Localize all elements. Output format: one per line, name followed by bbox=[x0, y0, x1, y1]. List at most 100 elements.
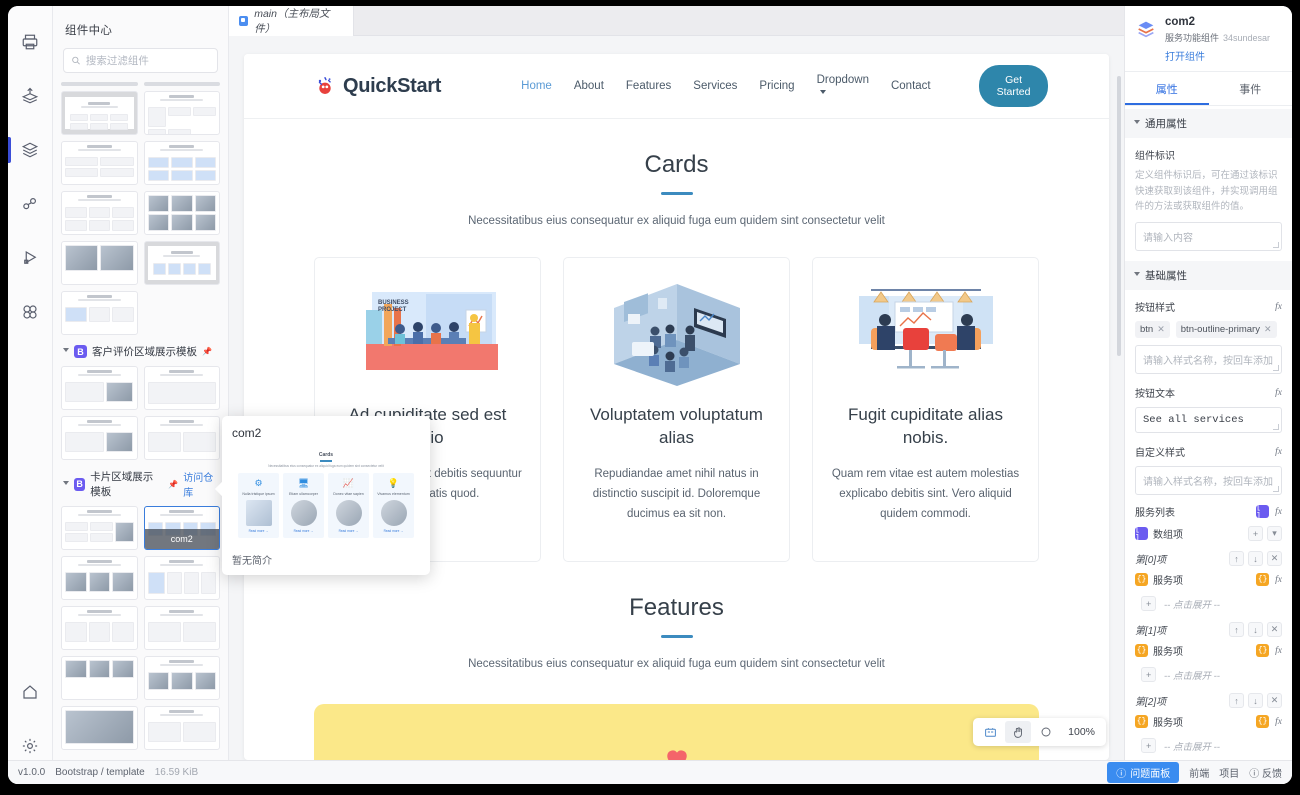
collapse-button[interactable]: ▾ bbox=[1267, 526, 1282, 542]
component-thumb[interactable] bbox=[61, 606, 138, 650]
component-thumb[interactable] bbox=[61, 416, 138, 460]
component-thumb[interactable] bbox=[61, 191, 138, 235]
status-item-frontend[interactable]: 前端 bbox=[1189, 765, 1209, 780]
style-chip[interactable]: btn ✕ bbox=[1135, 321, 1170, 339]
tab-properties[interactable]: 属性 bbox=[1125, 72, 1209, 105]
component-search-input[interactable] bbox=[85, 54, 210, 67]
tab-main[interactable]: main（主布局文件） bbox=[229, 6, 354, 36]
component-thumb[interactable] bbox=[61, 91, 138, 135]
move-down-button[interactable]: ↓ bbox=[1248, 693, 1263, 709]
style-chip[interactable]: btn-outline-primary ✕ bbox=[1175, 321, 1277, 339]
fx-button[interactable]: fx bbox=[1275, 646, 1282, 656]
home-icon[interactable] bbox=[8, 672, 53, 712]
group-header-testimonials[interactable]: B 客户评价区域展示模板 📌 bbox=[61, 335, 220, 366]
status-item-project[interactable]: 项目 bbox=[1219, 765, 1239, 780]
design-canvas[interactable]: QuickStart Home About Features Services … bbox=[229, 36, 1124, 760]
play-preview-icon[interactable] bbox=[8, 238, 53, 278]
section-header-common[interactable]: 通用属性 bbox=[1125, 109, 1292, 138]
component-list[interactable]: B 客户评价区域展示模板 📌 B 卡片区域展示模板 📌 访问仓库 com2 bbox=[53, 78, 228, 760]
fit-screen-icon[interactable] bbox=[977, 721, 1003, 743]
nav-link-features[interactable]: Features bbox=[626, 80, 671, 92]
component-thumb[interactable] bbox=[61, 556, 138, 600]
fx-button[interactable]: fx bbox=[1275, 447, 1282, 457]
component-thumb[interactable] bbox=[143, 91, 220, 135]
rendered-page[interactable]: QuickStart Home About Features Services … bbox=[244, 54, 1109, 760]
canvas-scrollbar[interactable] bbox=[1117, 76, 1121, 356]
props-scroll-area[interactable]: 通用属性 组件标识 定义组件标识后，可在通过该标识快速获取到该组件，并实现调用组… bbox=[1125, 109, 1292, 784]
nav-link-dropdown[interactable]: Dropdown bbox=[817, 74, 869, 98]
chevron-down-icon[interactable] bbox=[63, 348, 69, 355]
close-icon[interactable]: ✕ bbox=[1157, 324, 1165, 335]
delete-item-button[interactable]: ✕ bbox=[1267, 622, 1282, 638]
open-component-link[interactable]: 打开组件 bbox=[1165, 48, 1270, 63]
component-thumb[interactable] bbox=[61, 656, 138, 700]
grid-apps-icon[interactable] bbox=[8, 292, 53, 332]
section-header-basic[interactable]: 基础属性 bbox=[1125, 261, 1292, 291]
printer-icon[interactable] bbox=[8, 22, 53, 62]
stack-layers-icon[interactable] bbox=[8, 76, 53, 116]
add-item-button[interactable]: + bbox=[1248, 526, 1263, 542]
move-up-button[interactable]: ↑ bbox=[1229, 622, 1244, 638]
chevron-down-icon[interactable] bbox=[63, 480, 69, 488]
fx-button[interactable]: fx bbox=[1275, 507, 1282, 517]
fx-button[interactable]: fx bbox=[1275, 575, 1282, 585]
expand-row[interactable]: + -- 点击展开 -- bbox=[1125, 662, 1292, 687]
move-up-button[interactable]: ↑ bbox=[1229, 551, 1244, 567]
component-thumb[interactable] bbox=[143, 656, 220, 700]
expand-row[interactable]: + -- 点击展开 -- bbox=[1125, 591, 1292, 616]
nav-link-about[interactable]: About bbox=[574, 80, 604, 92]
plugin-icon[interactable] bbox=[8, 184, 53, 224]
visit-repo-link[interactable]: 访问仓库 bbox=[183, 469, 218, 499]
nav-link-contact[interactable]: Contact bbox=[891, 80, 931, 92]
component-thumb[interactable] bbox=[143, 416, 220, 460]
component-thumb[interactable] bbox=[143, 141, 220, 185]
component-thumb[interactable] bbox=[143, 191, 220, 235]
nav-link-pricing[interactable]: Pricing bbox=[759, 80, 794, 92]
brand-logo[interactable]: QuickStart bbox=[314, 75, 441, 98]
component-thumb-com2[interactable]: com2 bbox=[143, 506, 220, 550]
component-thumb[interactable] bbox=[143, 241, 220, 285]
layers-icon[interactable] bbox=[8, 130, 53, 170]
pin-icon[interactable]: 📌 bbox=[202, 347, 212, 356]
group-header-cards[interactable]: B 卡片区域展示模板 📌 访问仓库 bbox=[61, 460, 220, 506]
custom-style-input[interactable]: 请输入样式名称，按回车添加 bbox=[1135, 466, 1282, 496]
fx-button[interactable]: fx bbox=[1275, 717, 1282, 727]
get-started-button[interactable]: Get Started bbox=[978, 65, 1049, 107]
component-thumb[interactable] bbox=[143, 706, 220, 750]
expand-plus-icon[interactable]: + bbox=[1141, 667, 1156, 683]
expand-row[interactable]: + -- 点击展开 -- bbox=[1125, 733, 1292, 758]
component-search[interactable] bbox=[63, 48, 218, 73]
reset-circle-icon[interactable] bbox=[1033, 721, 1059, 743]
move-down-button[interactable]: ↓ bbox=[1248, 622, 1263, 638]
component-thumb[interactable] bbox=[61, 141, 138, 185]
close-icon[interactable]: ✕ bbox=[1264, 324, 1272, 335]
thumb-hover-overlay[interactable]: com2 bbox=[144, 529, 219, 549]
card-item[interactable]: Voluptatem voluptatum alias Repudiandae … bbox=[563, 257, 790, 562]
button-style-input[interactable]: 请输入样式名称，按回车添加 bbox=[1135, 345, 1282, 375]
component-thumb[interactable] bbox=[61, 291, 138, 335]
fx-button[interactable]: fx bbox=[1275, 302, 1282, 312]
nav-link-home[interactable]: Home bbox=[521, 80, 552, 92]
delete-item-button[interactable]: ✕ bbox=[1267, 693, 1282, 709]
issue-panel-button[interactable]: ⓘ 问题面板 bbox=[1107, 762, 1180, 783]
group-header-features[interactable]: B 特征介绍模板 📌 bbox=[61, 750, 220, 760]
component-id-input[interactable]: 请输入内容 bbox=[1135, 222, 1282, 252]
move-up-button[interactable]: ↑ bbox=[1229, 693, 1244, 709]
component-thumb[interactable] bbox=[61, 366, 138, 410]
component-thumb[interactable] bbox=[143, 366, 220, 410]
status-item-feedback[interactable]: ⓘ 反馈 bbox=[1249, 765, 1282, 780]
component-thumb[interactable] bbox=[61, 506, 138, 550]
expand-plus-icon[interactable]: + bbox=[1141, 596, 1156, 612]
component-thumb[interactable] bbox=[61, 241, 138, 285]
card-item[interactable]: Fugit cupiditate alias nobis. Quam rem v… bbox=[812, 257, 1039, 562]
component-thumb[interactable] bbox=[143, 606, 220, 650]
fx-button[interactable]: fx bbox=[1275, 388, 1282, 398]
button-text-input[interactable]: See all services bbox=[1135, 407, 1282, 434]
nav-link-services[interactable]: Services bbox=[693, 80, 737, 92]
tab-events[interactable]: 事件 bbox=[1209, 72, 1293, 105]
hand-tool-icon[interactable] bbox=[1005, 721, 1032, 743]
zoom-level[interactable]: 100% bbox=[1061, 726, 1102, 738]
delete-item-button[interactable]: ✕ bbox=[1267, 551, 1282, 567]
pin-icon[interactable]: 📌 bbox=[168, 480, 178, 489]
expand-plus-icon[interactable]: + bbox=[1141, 738, 1156, 754]
